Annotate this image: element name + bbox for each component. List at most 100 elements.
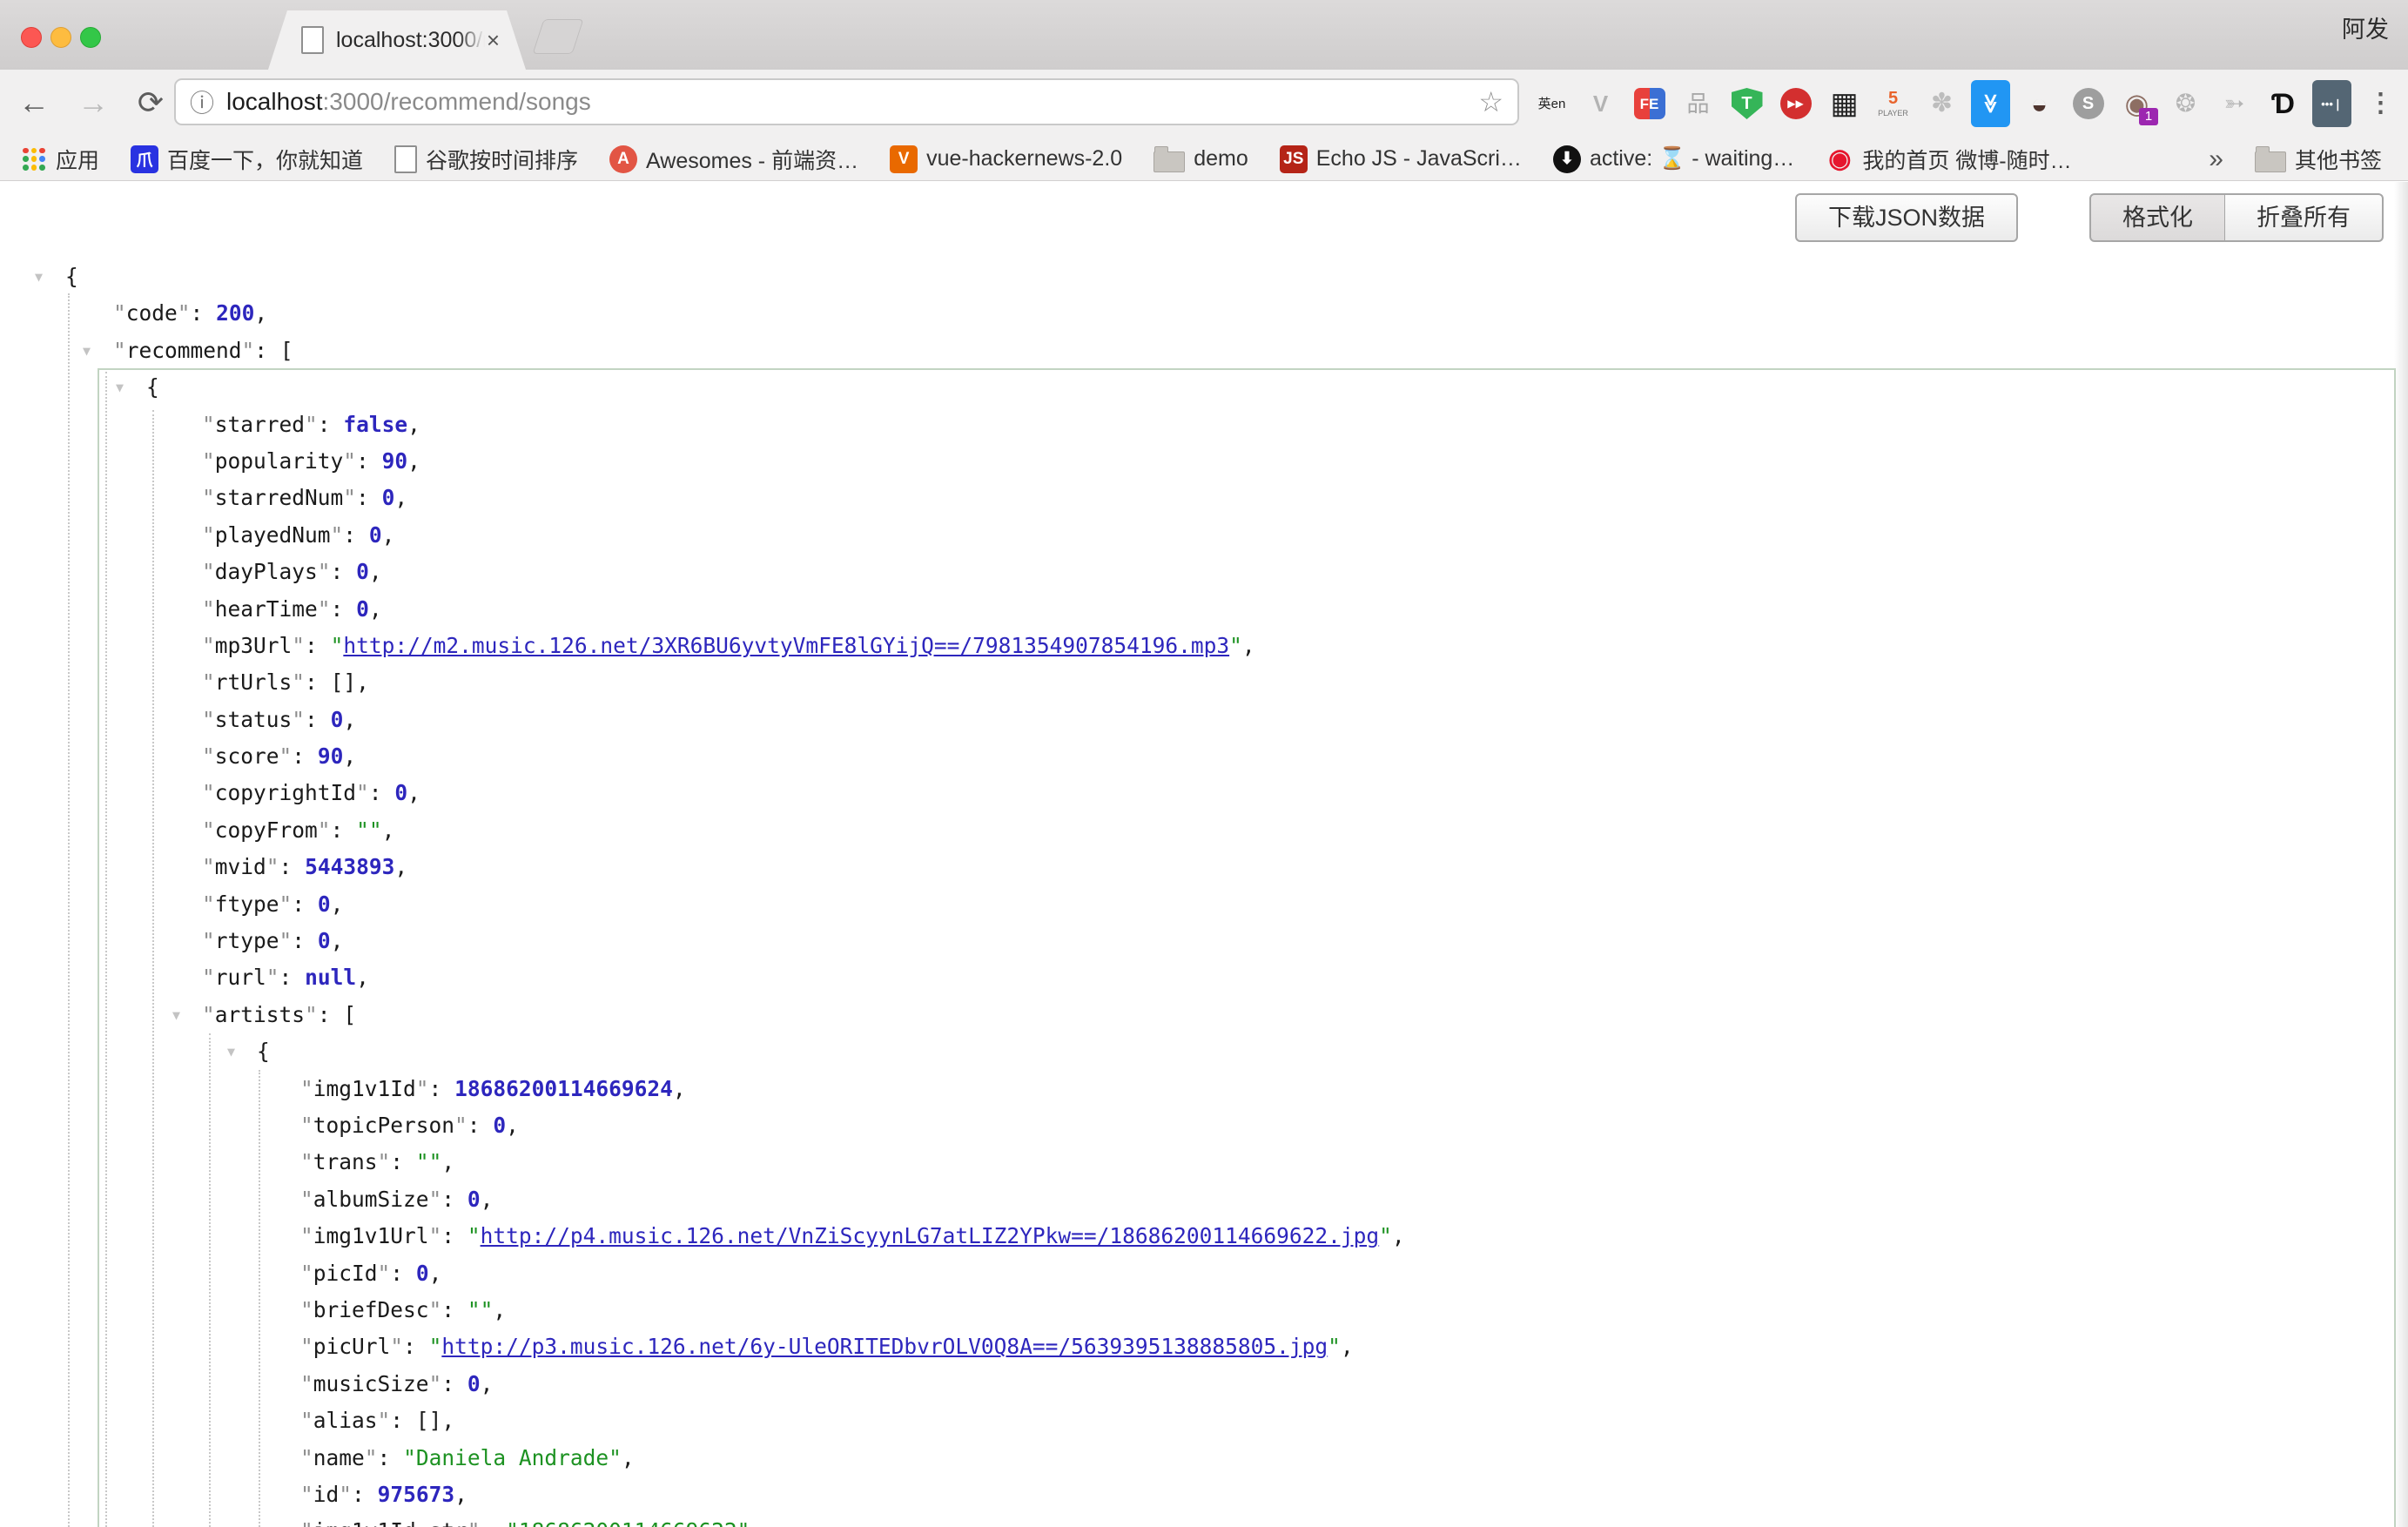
json-quote: " bbox=[266, 854, 279, 879]
json-punctuation: : bbox=[390, 1149, 416, 1174]
overflow-tools-extension-icon[interactable]: •••❘ bbox=[2312, 80, 2351, 127]
mask-extension-icon[interactable]: ◒ bbox=[2020, 80, 2059, 127]
url-text: localhost:3000/recommend/songs bbox=[226, 88, 591, 116]
json-punctuation: , bbox=[394, 485, 407, 510]
json-punctuation: : bbox=[318, 412, 344, 437]
json-punctuation: , bbox=[369, 596, 382, 622]
json-quote: " bbox=[292, 707, 305, 732]
collapse-triangle-icon[interactable]: ▼ bbox=[83, 333, 91, 369]
json-quote: " bbox=[356, 780, 369, 805]
collapse-all-button[interactable]: 折叠所有 bbox=[2225, 193, 2384, 242]
json-line: ▼{ bbox=[0, 259, 1405, 295]
json-punctuation: : bbox=[318, 1002, 344, 1027]
bookmarks-overflow-chevron[interactable]: » bbox=[2209, 145, 2223, 174]
collapse-triangle-icon[interactable]: ▼ bbox=[35, 259, 43, 295]
d-letter-extension-icon[interactable]: Ɗ bbox=[2263, 80, 2303, 127]
qr-code-extension-icon[interactable]: ▦ bbox=[1825, 80, 1864, 127]
json-quote: " bbox=[1379, 1223, 1392, 1248]
bookmark-item[interactable]: 谷歌按时间排序 bbox=[394, 144, 578, 175]
json-value: 200 bbox=[216, 300, 254, 326]
json-punctuation: , bbox=[454, 1482, 467, 1507]
json-quote: " bbox=[202, 965, 215, 990]
json-line: "albumSize": 0, bbox=[0, 1181, 1405, 1218]
json-value: 90 bbox=[382, 448, 408, 474]
json-key: topicPerson bbox=[313, 1113, 454, 1138]
bookmark-item[interactable]: Vvue-hackernews-2.0 bbox=[890, 144, 1122, 175]
page-info-icon[interactable]: ⓘ bbox=[190, 84, 214, 119]
browser-tab[interactable]: localhost:3000/recommend/so × bbox=[268, 10, 526, 70]
window-minimize-button[interactable] bbox=[50, 27, 71, 48]
window-zoom-button[interactable] bbox=[80, 27, 101, 48]
json-line: "mp3Url": "http://m2.music.126.net/3XR6B… bbox=[0, 628, 1405, 664]
json-key: popularity bbox=[215, 448, 344, 474]
vue-devtools-extension-icon[interactable]: V bbox=[1581, 80, 1620, 127]
json-line: "starredNum": 0, bbox=[0, 480, 1405, 516]
json-punctuation: : bbox=[254, 338, 280, 363]
json-punctuation: , bbox=[382, 522, 395, 548]
fast-forward-extension-icon[interactable]: ▶▶ bbox=[1776, 80, 1815, 127]
profile-name[interactable]: 阿发 bbox=[2342, 10, 2389, 44]
bookmark-item[interactable]: 爪百度一下，你就知道 bbox=[131, 144, 363, 175]
browser-menu-icon[interactable]: ⋮ bbox=[2361, 80, 2400, 127]
reload-icon[interactable]: ⟳ bbox=[129, 75, 172, 131]
json-punctuation: , bbox=[493, 1297, 506, 1322]
scrollbar-fade[interactable] bbox=[2394, 182, 2408, 1527]
json-quote: " bbox=[300, 1482, 313, 1507]
folder-icon bbox=[1154, 151, 1185, 172]
other-bookmarks[interactable]: 其他书签 bbox=[2255, 144, 2382, 175]
weibo-bird-extension-icon[interactable]: ❂ bbox=[2166, 80, 2205, 127]
bookmark-item[interactable]: ◉我的首页 微博-随时… bbox=[1826, 144, 2071, 175]
address-bar[interactable]: ⓘ localhost:3000/recommend/songs ☆ bbox=[174, 78, 1519, 125]
tab-strip: localhost:3000/recommend/so × 阿发 bbox=[0, 0, 2408, 70]
json-url-link[interactable]: http://p4.music.126.net/VnZiScyynLG7atLI… bbox=[481, 1223, 1380, 1248]
echojs-icon: JS bbox=[1280, 145, 1308, 173]
format-button[interactable]: 格式化 bbox=[2089, 193, 2225, 242]
collapse-triangle-icon[interactable]: ▼ bbox=[172, 997, 180, 1033]
json-line: "code": 200, bbox=[0, 295, 1405, 332]
paw-extension-icon[interactable]: ✽ bbox=[1922, 80, 1961, 127]
bookmark-item[interactable]: demo bbox=[1154, 144, 1248, 175]
new-tab-button[interactable] bbox=[533, 19, 584, 54]
json-quote: " bbox=[202, 596, 215, 622]
json-key: playedNum bbox=[215, 522, 331, 548]
bookmark-label: 谷歌按时间排序 bbox=[426, 144, 578, 175]
json-line: "hearTime": 0, bbox=[0, 591, 1405, 628]
json-key: img1v1Id bbox=[313, 1076, 416, 1101]
bookmark-label: 我的首页 微博-随时… bbox=[1862, 144, 2071, 175]
monkey-extension-icon[interactable]: ◉1 bbox=[2117, 80, 2156, 127]
json-value: 18686200114669624 bbox=[454, 1076, 673, 1101]
hummingbird-extension-icon[interactable]: ➳ bbox=[2215, 80, 2254, 127]
bookmark-item[interactable]: AAwesomes - 前端资… bbox=[609, 144, 858, 175]
html5-player-extension-icon[interactable]: 5PLAYER bbox=[1873, 80, 1913, 127]
json-punctuation: { bbox=[257, 1039, 270, 1064]
double-chevron-down-extension-icon[interactable]: ≫ bbox=[1971, 80, 2010, 127]
json-url-link[interactable]: http://m2.music.126.net/3XR6BU6yvtyVmFE8… bbox=[343, 633, 1229, 658]
json-quote: " bbox=[378, 1408, 391, 1433]
json-line: "rtype": 0, bbox=[0, 923, 1405, 959]
json-url-link[interactable]: http://p3.music.126.net/6y-UleORITEDbvrO… bbox=[441, 1334, 1328, 1359]
s-letter-extension-icon[interactable]: S bbox=[2068, 80, 2108, 127]
translate-extension-icon[interactable]: 英en bbox=[1532, 80, 1571, 127]
collapse-triangle-icon[interactable]: ▼ bbox=[227, 1033, 235, 1070]
tab-close-icon[interactable]: × bbox=[487, 27, 500, 54]
json-value: false bbox=[343, 412, 407, 437]
collapse-triangle-icon[interactable]: ▼ bbox=[116, 369, 124, 406]
bookmark-item[interactable]: ⬇active: ⌛ - waiting… bbox=[1553, 144, 1794, 175]
json-quote: " bbox=[202, 891, 215, 917]
bookmark-item[interactable]: JSEcho JS - JavaScri… bbox=[1280, 144, 1522, 175]
json-line: ▼{ bbox=[0, 1033, 1405, 1070]
sitemap-extension-icon[interactable]: 品 bbox=[1678, 80, 1718, 127]
json-quote: " bbox=[1328, 1334, 1341, 1359]
bookmark-apps[interactable]: 应用 bbox=[21, 144, 99, 175]
download-json-button[interactable]: 下载JSON数据 bbox=[1795, 193, 2018, 242]
bookmark-items: 爪百度一下，你就知道 谷歌按时间排序 AAwesomes - 前端资… Vvue-ha… bbox=[131, 144, 2072, 175]
back-icon[interactable]: ← bbox=[12, 75, 56, 131]
json-key: musicSize bbox=[313, 1371, 429, 1396]
shield-t-extension-icon[interactable]: T bbox=[1727, 80, 1766, 127]
json-key: name bbox=[313, 1445, 365, 1470]
window-close-button[interactable] bbox=[21, 27, 42, 48]
fe-extension-icon[interactable]: FE bbox=[1630, 80, 1669, 127]
bookmark-star-icon[interactable]: ☆ bbox=[1478, 85, 1503, 118]
json-value: null bbox=[305, 965, 356, 990]
json-viewer-controls: 下载JSON数据 格式化 折叠所有 bbox=[1795, 193, 2384, 242]
